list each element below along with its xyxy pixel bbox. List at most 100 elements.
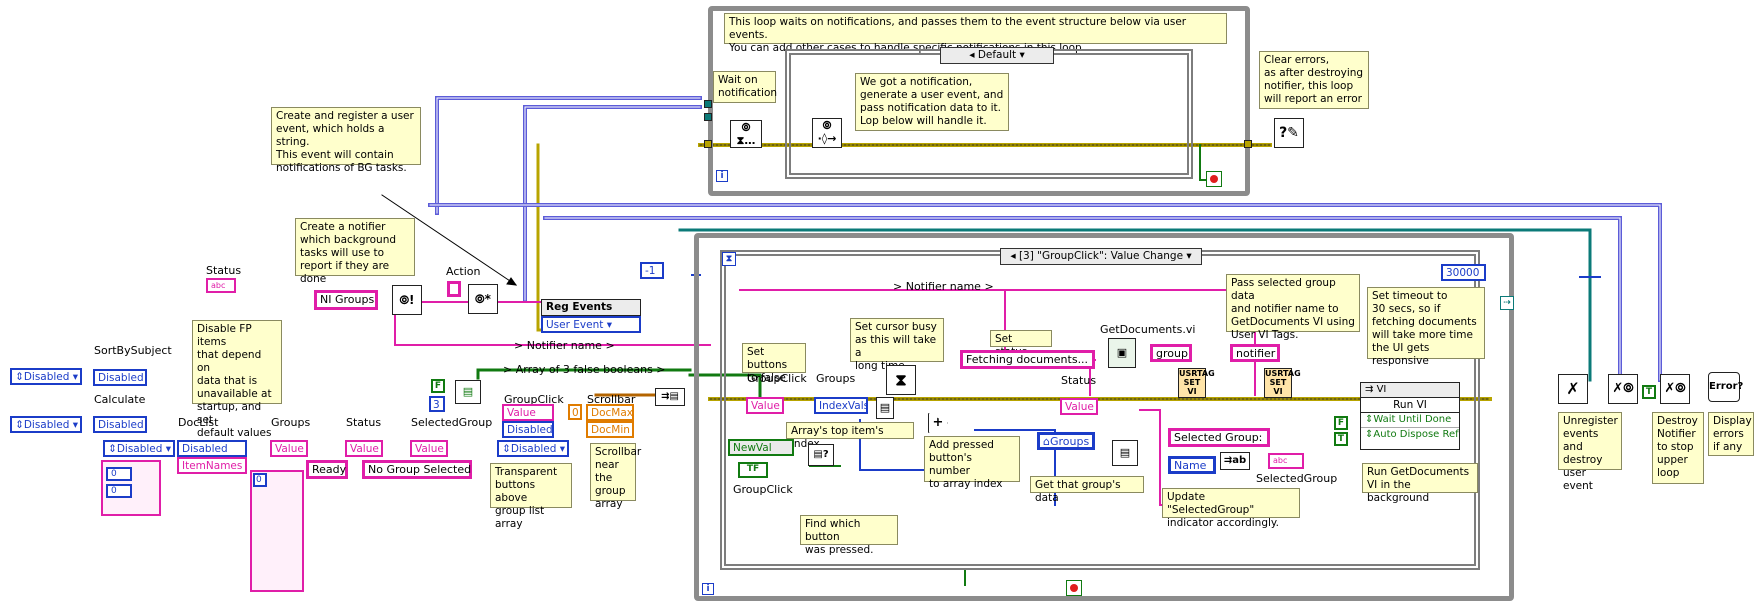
disabled-enum-3[interactable]: ⇕Disabled ▾ (103, 440, 175, 457)
event-prev-icon[interactable]: ◂ (1010, 250, 1015, 262)
notification-case-label: Default (977, 49, 1017, 61)
set-vi-tag-icon-1: USRTAG SET VI (1178, 368, 1215, 398)
label-groups-in: Groups (816, 372, 856, 385)
false-bool-constant-2[interactable]: F (1334, 416, 1348, 430)
false-bool-constant[interactable]: F (431, 379, 445, 393)
destroy-notifier-icon: ✗⦾ (1660, 374, 1690, 404)
action-constant[interactable] (447, 281, 461, 297)
initialize-array-icon: ▤ (455, 380, 481, 404)
wait-until-done-label: Wait Until Done (1373, 414, 1452, 425)
status-in-property[interactable]: Value (1060, 398, 1098, 415)
note-set-timeout: Set timeout to 30 secs, so if fetching d… (1367, 287, 1485, 367)
note-create-register-event: Create and register a user event, which … (271, 107, 421, 174)
note-create-notifier: Create a notifier which background tasks… (295, 218, 415, 285)
label-group-click-in: GroupClick (747, 372, 807, 385)
minus-one-constant[interactable]: -1 (640, 262, 664, 279)
groups-ref-label: Groups (1049, 435, 1090, 448)
group-click-value-property[interactable]: Value (502, 404, 554, 421)
groups-value-property[interactable]: Value (270, 440, 308, 457)
tunnel-top-left-2 (704, 113, 712, 121)
label-doclist: DocList (178, 416, 219, 429)
label-selected-group-in: SelectedGroup (1256, 472, 1338, 485)
set-vi-tag-icon-2: USRTAG SET VI (1264, 368, 1301, 398)
ready-constant[interactable]: Ready (306, 460, 348, 479)
disabled-enum-1[interactable]: ⇕Disabled ▾ (10, 368, 82, 385)
ni-groups-constant[interactable]: NI Groups (314, 290, 378, 310)
doc-max-property[interactable]: DocMax (586, 404, 634, 421)
clear-errors-icon: ?✎ (1274, 118, 1304, 148)
no-group-selected-constant[interactable]: No Group Selected (362, 460, 472, 479)
groups-index-0[interactable]: 0 (253, 473, 267, 487)
run-vi-invoke-node[interactable]: ⇉ VI Run VI ⇕Wait Until Done ⇕Auto Dispo… (1360, 382, 1460, 450)
tunnel-top-left-1 (704, 100, 712, 108)
wait-notification-icon: ⦾ ⧗… (730, 120, 762, 148)
note-transparent-buttons: Transparent buttons above group list arr… (490, 463, 572, 530)
generate-event-icon: ⦾ ·◊→ (812, 118, 842, 148)
groups-ref-constant[interactable]: ⌂Groups (1037, 432, 1095, 450)
group-click-in-property[interactable]: Value (746, 397, 784, 414)
const-3[interactable]: 3 (429, 396, 445, 412)
disabled-enum-4[interactable]: ⇕Disabled ▾ (497, 440, 569, 457)
index-vals-property[interactable]: IndexVals (814, 397, 868, 414)
timeout-constant[interactable]: 30000 (1441, 264, 1486, 281)
note-set-status: Set status (990, 330, 1052, 358)
register-events-icon[interactable]: Reg Events (541, 299, 641, 316)
group-click-tf-terminal[interactable]: TF (738, 462, 768, 478)
index-array-icon: ▤ (876, 397, 894, 419)
event-dropdown-icon[interactable]: ▾ (1186, 250, 1191, 262)
note-scrollbar-near: Scrollbar near the group array (590, 443, 641, 510)
note-disable-fp-items: Disable FP items that depend on data tha… (192, 320, 282, 439)
true-bool-constant-2[interactable]: T (1642, 385, 1656, 399)
run-vi-label: Run VI (1361, 398, 1459, 413)
group-tag-constant[interactable]: group (1150, 344, 1192, 362)
sort-by-subject-property[interactable]: Disabled (93, 369, 147, 386)
array-index-0a[interactable]: 0 (106, 467, 132, 481)
selected-group-prefix-constant[interactable]: Selected Group: (1168, 428, 1270, 447)
group-click-disabled-property[interactable]: Disabled (502, 421, 554, 438)
doclist-itemnames-property[interactable]: ItemNames (177, 457, 247, 474)
fetching-constant[interactable]: Fetching documents... (960, 350, 1095, 369)
user-event-label: User Event (546, 319, 604, 331)
note-add-pressed-button: Add pressed button's number to array ind… (924, 436, 1020, 490)
const-0-orange[interactable]: 0 (568, 404, 582, 420)
user-event-dropdown[interactable]: User Event ▾ (541, 316, 641, 333)
case-dropdown-icon[interactable]: ▾ (1020, 49, 1025, 61)
concatenate-icon: ⇉ab (1220, 452, 1250, 470)
case-prev-icon[interactable]: ◂ (969, 49, 974, 61)
status-top-indicator[interactable]: abc (206, 278, 236, 293)
notification-case-selector[interactable]: ◂ Default ▾ (940, 47, 1054, 64)
note-clear-errors: Clear errors, as after destroying notifi… (1259, 51, 1369, 109)
notifier-tag-constant[interactable]: notifier (1230, 344, 1280, 362)
doc-min-property[interactable]: DocMin (586, 421, 634, 438)
name-field[interactable]: Name (1168, 456, 1216, 474)
groups-array-constant[interactable] (250, 470, 304, 592)
reg-events-label: Reg Events (546, 301, 613, 313)
label-notifier-name-top: > Notifier name > (893, 280, 994, 293)
new-val-terminal[interactable]: NewVal (728, 439, 794, 456)
note-generate-user-event: We got a notification, generate a user e… (855, 73, 1009, 131)
label-groups-left: Groups (271, 416, 311, 429)
disabled-enum-2[interactable]: ⇕Disabled ▾ (10, 416, 82, 433)
label-calculate: Calculate (94, 393, 146, 406)
status-value-property[interactable]: Value (345, 440, 383, 457)
event-case-selector[interactable]: ◂ [3] "GroupClick": Value Change ▾ (1000, 248, 1202, 265)
doclist-disabled-property[interactable]: Disabled (177, 440, 247, 457)
error-dialog-icon: Error? (1708, 372, 1743, 402)
note-pass-selected-group: Pass selected group data and notifier na… (1226, 274, 1360, 341)
label-group-click-event: GroupClick (733, 483, 793, 496)
notification-iteration-icon: i (716, 170, 728, 182)
note-notification-loop: This loop waits on notifications, and pa… (724, 13, 1227, 54)
selected-group-indicator: abc (1268, 453, 1304, 469)
calculate-property[interactable]: Disabled (93, 416, 147, 433)
disabled-1-label: Disabled (23, 371, 70, 383)
note-run-in-background: Run GetDocuments VI in the background (1362, 463, 1478, 504)
bundle-icon: ⇉▤ (655, 388, 685, 406)
true-bool-constant[interactable]: T (1334, 432, 1348, 446)
array-index-0b[interactable]: 0 (106, 484, 132, 498)
create-user-event-icon: ⦾* (468, 284, 498, 314)
disabled-3-label: Disabled (116, 443, 163, 455)
note-wait-on-notification: Wait on notification (713, 71, 777, 103)
selected-group-value-property[interactable]: Value (410, 440, 448, 457)
get-documents-vi-icon: ▣ (1108, 338, 1136, 368)
note-set-buttons-false: Set buttons to false (742, 343, 806, 384)
